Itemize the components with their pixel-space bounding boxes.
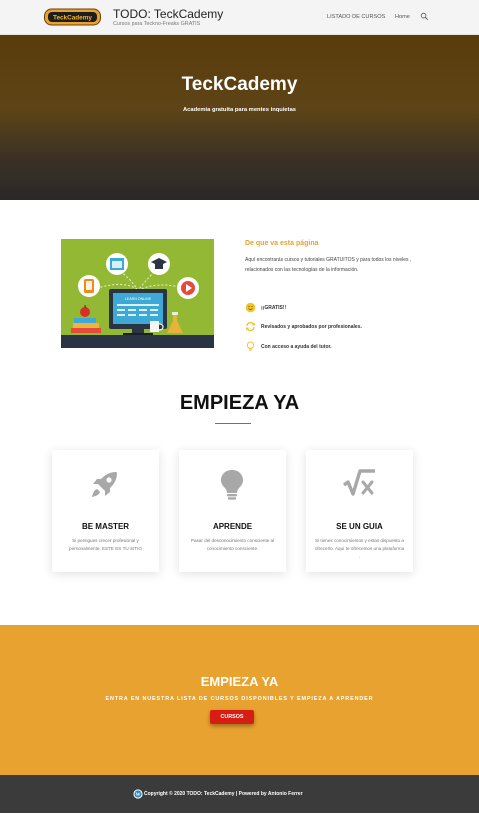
search-icon[interactable] xyxy=(420,12,429,21)
nav-courses-link[interactable]: LISTADO DE CURSOS xyxy=(327,14,385,20)
learn-online-illustration: LEARN ONLINE xyxy=(61,239,214,348)
about-text: Aquí encontrarás cursos y tutoriales GRA… xyxy=(245,257,412,273)
wordpress-icon[interactable]: W xyxy=(133,789,143,799)
card-text: Pasar del desconocimiento consciente al … xyxy=(190,538,275,551)
feature-label: Revisados y aprobados por profesionales. xyxy=(261,324,362,330)
site-title[interactable]: TODO: TeckCademy xyxy=(113,7,223,21)
card-text: Si persigues crecer profesional y person… xyxy=(69,538,142,551)
refresh-icon xyxy=(246,321,255,332)
card-title: SE UN GUIA xyxy=(336,522,383,531)
hero-title: TeckCademy xyxy=(181,74,298,95)
feature-card: APRENDE Pasar del desconocimiento consci… xyxy=(179,450,286,572)
hero-subtitle: Academia gratuita para mentes inquietas xyxy=(182,107,297,113)
feature-item: Revisados y aprobados por profesionales. xyxy=(245,321,445,333)
footer-copyright: Copyright © 2020 TODO: TeckCademy | Powe… xyxy=(144,791,303,797)
feature-label: ¡¡GRATIS!! xyxy=(261,305,287,311)
lightbulb-icon xyxy=(221,470,243,500)
svg-text:W: W xyxy=(136,793,141,798)
cta-text: ENTRA EN NUESTRA LISTA DE CURSOS DISPONI… xyxy=(105,696,374,702)
lightbulb-icon xyxy=(246,341,255,351)
cta-title: EMPIEZA YA xyxy=(200,674,279,689)
rocket-icon xyxy=(92,472,117,497)
title-divider xyxy=(215,423,251,424)
site-logo[interactable]: TeckCademy xyxy=(44,8,101,26)
start-section-title: EMPIEZA YA xyxy=(179,392,300,414)
nav-home-link[interactable]: Home xyxy=(395,14,410,20)
cta-section: EMPIEZA YA ENTRA EN NUESTRA LISTA DE CUR… xyxy=(0,625,479,775)
card-title: APRENDE xyxy=(212,522,253,531)
feature-label: Con acceso a ayuda del tutor. xyxy=(261,344,332,350)
card-title: BE MASTER xyxy=(81,522,130,531)
feature-card: SE UN GUIA Si tienes conocimientos y est… xyxy=(306,450,413,572)
feature-item: ¡¡GRATIS!! xyxy=(245,302,445,314)
feature-card: BE MASTER Si persigues crecer profesiona… xyxy=(52,450,159,572)
site-footer: W Copyright © 2020 TODO: TeckCademy | Po… xyxy=(0,775,479,813)
smile-icon xyxy=(245,302,256,313)
hero-banner: TeckCademy Academia gratuita para mentes… xyxy=(0,35,479,200)
square-root-icon xyxy=(342,469,375,496)
about-heading: De que va esta página xyxy=(245,240,319,247)
site-header: TeckCademy TODO: TeckCademy Cursos para … xyxy=(0,0,479,35)
svg-text:LEARN ONLINE: LEARN ONLINE xyxy=(125,297,152,301)
site-tagline: Cursos para Teckno-Freaks GRATIS xyxy=(113,21,201,27)
feature-item: Con acceso a ayuda del tutor. xyxy=(245,341,445,353)
svg-text:TeckCademy: TeckCademy xyxy=(53,15,92,22)
courses-button[interactable]: CURSOS xyxy=(210,710,254,724)
card-text: Si tienes conocimientos y estas dispuest… xyxy=(314,538,405,559)
